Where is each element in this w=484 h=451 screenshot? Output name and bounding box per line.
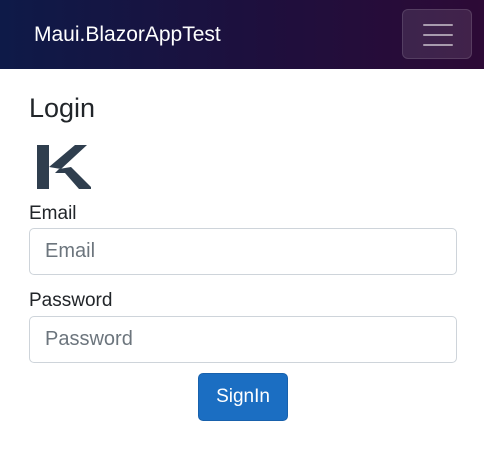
menu-toggle-button[interactable]	[402, 9, 472, 59]
signin-button[interactable]: SignIn	[198, 373, 288, 421]
app-title[interactable]: Maui.BlazorAppTest	[34, 21, 221, 48]
top-navbar: Maui.BlazorAppTest	[0, 0, 484, 69]
hamburger-icon	[423, 24, 453, 46]
email-label: Email	[29, 203, 77, 224]
password-label: Password	[29, 290, 113, 311]
k-logo-icon	[37, 145, 91, 189]
page-title: Login	[29, 93, 96, 123]
password-field[interactable]	[29, 316, 457, 363]
email-field[interactable]	[29, 228, 457, 275]
